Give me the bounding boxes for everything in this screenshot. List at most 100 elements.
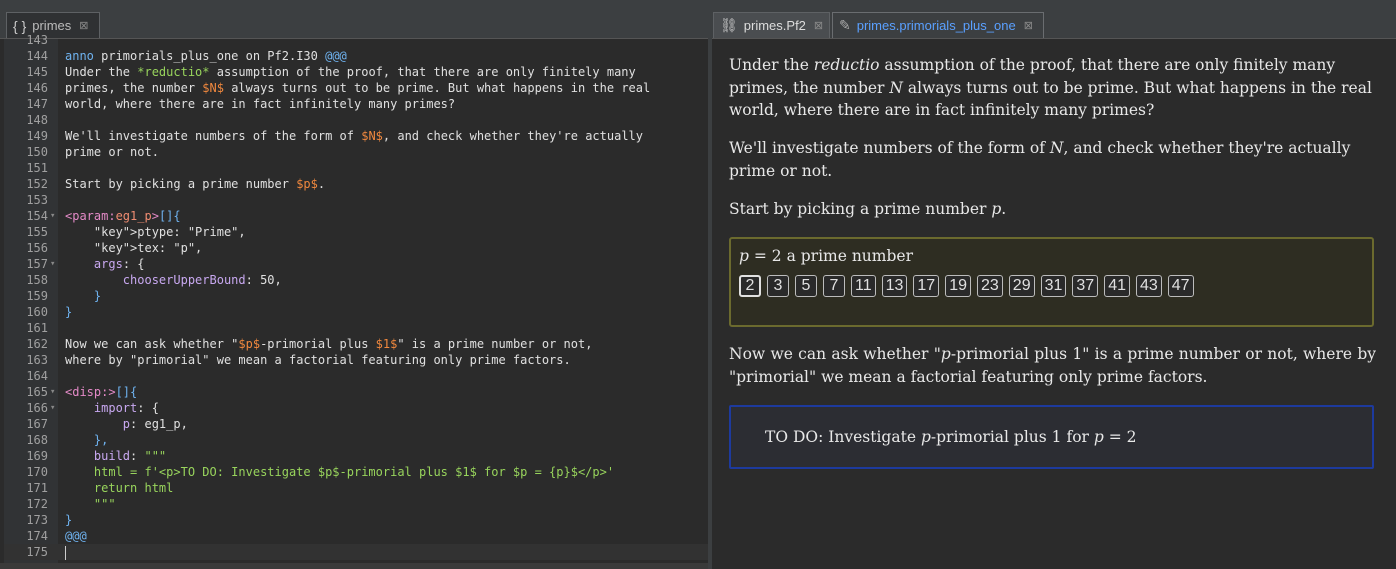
code-editor[interactable]: 143 144 anno primorials_plus_one on Pf2.I3…	[4, 33, 708, 569]
prime-option-button[interactable]: 31	[1040, 275, 1067, 297]
prime-option-button[interactable]: 3	[767, 275, 789, 297]
code-line[interactable]: 154 ▾ <param:eg1_p>[]{	[4, 208, 708, 224]
code-text: """	[65, 497, 116, 511]
emphasis-text: reductio	[813, 56, 880, 74]
code-line[interactable]: 155 "key">ptype: "Prime",	[4, 224, 708, 240]
code-line[interactable]: 162 Now we can ask whether "$p$-primorial…	[4, 336, 708, 352]
close-icon[interactable]: ⊠	[79, 19, 88, 32]
code-line[interactable]: 146 primes, the number $N$ always turns o…	[4, 80, 708, 96]
code-line[interactable]: 174 @@@	[4, 528, 708, 544]
text: TO DO: Investigate	[765, 428, 921, 446]
preview-tabbar: ⛓ primes.Pf2 ⊠ ✎ primes.primorials_plus_…	[712, 0, 1396, 39]
code-line[interactable]: 152 Start by picking a prime number $p$.	[4, 176, 708, 192]
line-number: 154	[26, 209, 48, 223]
code-line[interactable]: 169 build: """	[4, 448, 708, 464]
code-text: <param:eg1_p>[]{	[65, 209, 181, 223]
line-number: 156	[26, 241, 48, 255]
code-text: @@@	[65, 529, 87, 543]
tab-primorials-plus-one[interactable]: ✎ primes.primorials_plus_one ⊠	[832, 12, 1044, 38]
close-icon[interactable]: ⊠	[1024, 19, 1033, 32]
line-number: 168	[26, 433, 48, 447]
line-number: 160	[26, 305, 48, 319]
line-number: 174	[26, 529, 48, 543]
prime-option-button[interactable]: 41	[1104, 275, 1130, 297]
code-text: }	[65, 513, 73, 527]
fold-arrow-icon[interactable]: ▾	[50, 208, 55, 224]
line-number: 159	[26, 289, 48, 303]
text: Now we can ask whether "	[729, 345, 941, 363]
line-number: 144	[26, 49, 48, 63]
prime-option-button[interactable]: 47	[1167, 275, 1194, 297]
code-line[interactable]: 165 ▾ <disp:>[]{	[4, 384, 708, 400]
code-line[interactable]: 145 Under the *reductio* assumption of th…	[4, 64, 708, 80]
code-text: prime or not.	[65, 145, 159, 159]
code-line[interactable]: 151	[4, 160, 708, 176]
text: -primorial plus 1 for	[930, 428, 1094, 446]
code-line[interactable]: 168 },	[4, 432, 708, 448]
code-text: build: """	[93, 449, 167, 463]
line-number: 167	[26, 417, 48, 431]
line-number: 146	[26, 81, 48, 95]
math-var: N	[1049, 139, 1064, 157]
code-line[interactable]: 163 where by "primorial" we mean a factor…	[4, 352, 708, 368]
code-line[interactable]: 164	[4, 368, 708, 384]
code-line[interactable]: 167 p: eg1_p,	[4, 416, 708, 432]
line-number: 147	[26, 97, 48, 111]
code-line[interactable]: 175	[4, 544, 708, 560]
code-text: args: {	[93, 257, 145, 271]
code-line[interactable]: 166 ▾ import: {	[4, 400, 708, 416]
code-text: import: {	[93, 401, 159, 415]
code-text: }	[65, 305, 73, 319]
code-line[interactable]: 172 """	[4, 496, 708, 512]
code-text: p: eg1_p,	[122, 417, 188, 431]
code-line[interactable]: 160}	[4, 304, 708, 320]
prime-option-button[interactable]: 13	[881, 275, 908, 297]
horizontal-scrollbar[interactable]	[0, 563, 708, 569]
code-line[interactable]: 159 }	[4, 288, 708, 304]
code-text: html = f'<p>TO DO: Investigate $p$-primo…	[65, 465, 615, 479]
code-line[interactable]: 150 prime or not.	[4, 144, 708, 160]
fold-arrow-icon[interactable]: ▾	[50, 400, 55, 416]
display-widget: TO DO: Investigate p-primorial plus 1 fo…	[729, 405, 1374, 469]
code-line[interactable]: 170 html = f'<p>TO DO: Investigate $p$-p…	[4, 464, 708, 480]
code-line[interactable]: 144 anno primorials_plus_one on Pf2.I30 @…	[4, 48, 708, 64]
prime-option-button[interactable]: 2	[739, 275, 761, 297]
prime-option-button[interactable]: 37	[1072, 275, 1099, 297]
math-eq: = 2	[748, 247, 782, 265]
tab-primes-pf2[interactable]: ⛓ primes.Pf2 ⊠	[713, 12, 830, 38]
code-line[interactable]: 156 "key">tex: "p",	[4, 240, 708, 256]
code-line[interactable]: 143	[4, 32, 708, 48]
prime-option-button[interactable]: 11	[851, 275, 876, 297]
prime-option-button[interactable]: 17	[913, 275, 940, 297]
prime-option-button[interactable]: 23	[977, 275, 1003, 297]
line-number: 169	[26, 449, 48, 463]
display-text: TO DO: Investigate p-primorial plus 1 fo…	[765, 426, 1137, 449]
math-var: p	[920, 428, 931, 446]
code-line[interactable]: 147 world, where there are in fact infini…	[4, 96, 708, 112]
fold-arrow-icon[interactable]: ▾	[50, 256, 55, 272]
line-number: 155	[26, 225, 48, 239]
code-line[interactable]: 161	[4, 320, 708, 336]
code-line[interactable]: 173}	[4, 512, 708, 528]
prime-option-button[interactable]: 43	[1135, 275, 1162, 297]
line-number: 153	[26, 193, 48, 207]
code-text: Under the *reductio* assumption of the p…	[65, 65, 636, 79]
fold-arrow-icon[interactable]: ▾	[50, 384, 55, 400]
line-number: 143	[26, 33, 48, 47]
prime-option-button[interactable]: 19	[945, 275, 971, 297]
line-number: 170	[26, 465, 48, 479]
code-line[interactable]: 148	[4, 112, 708, 128]
line-number: 150	[26, 145, 48, 159]
text: Under the	[729, 56, 814, 74]
code-line[interactable]: 149 We'll investigate numbers of the form…	[4, 128, 708, 144]
close-icon[interactable]: ⊠	[814, 19, 823, 32]
line-number: 163	[26, 353, 48, 367]
code-line[interactable]: 153	[4, 192, 708, 208]
code-line[interactable]: 157 ▾ args: {	[4, 256, 708, 272]
prime-option-button[interactable]: 5	[795, 275, 817, 297]
prime-option-button[interactable]: 29	[1008, 275, 1035, 297]
prime-option-button[interactable]: 7	[823, 275, 845, 297]
code-text: world, where there are in fact infinitel…	[65, 97, 456, 111]
code-line[interactable]: 158 chooserUpperBound: 50,	[4, 272, 708, 288]
code-line[interactable]: 171 return html	[4, 480, 708, 496]
